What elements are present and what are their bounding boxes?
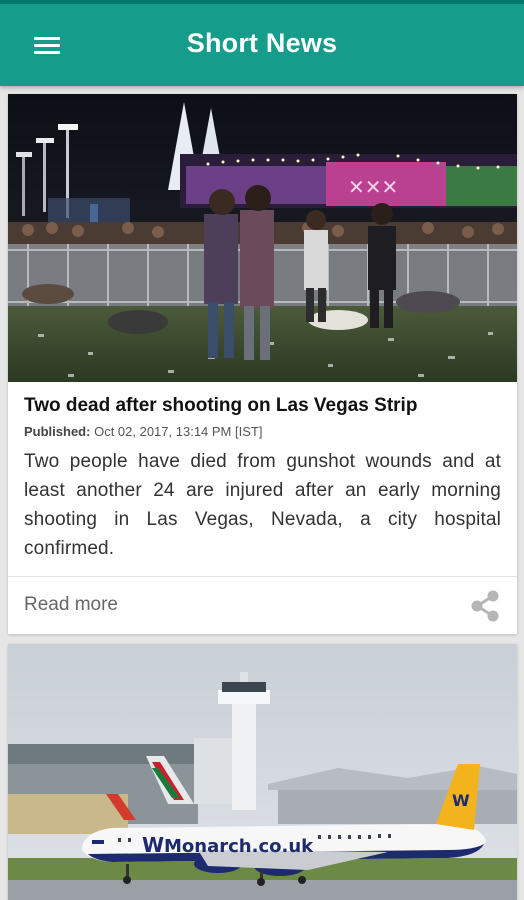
card-footer: Read more [8, 576, 517, 634]
share-button[interactable] [467, 588, 503, 624]
news-feed[interactable]: ✕✕✕ Two dead after shooting on Las Vegas… [0, 86, 524, 900]
svg-text:✕✕✕: ✕✕✕ [348, 175, 398, 199]
news-headline[interactable]: Two dead after shooting on Las Vegas Str… [24, 394, 501, 418]
svg-text:W: W [452, 791, 470, 810]
published-meta: Published: Oct 02, 2017, 13:14 PM [IST] [24, 424, 501, 440]
read-more-button[interactable]: Read more [24, 594, 118, 616]
news-card[interactable]: W W Monarch.co.uk [8, 644, 517, 900]
published-date: Oct 02, 2017, 13:14 PM [IST] [94, 424, 263, 439]
news-image[interactable]: ✕✕✕ [8, 94, 517, 382]
share-icon [471, 590, 499, 622]
app-title: Short News [186, 28, 338, 58]
news-summary: Two people have died from gunshot wounds… [24, 451, 501, 559]
svg-text:W: W [142, 833, 164, 857]
published-label: Published: [24, 424, 91, 439]
app-bar: Short News [0, 4, 524, 86]
news-image[interactable]: W W Monarch.co.uk [8, 644, 517, 900]
livery-text: Monarch.co.uk [164, 836, 314, 857]
news-card[interactable]: ✕✕✕ Two dead after shooting on Las Vegas… [8, 94, 517, 634]
